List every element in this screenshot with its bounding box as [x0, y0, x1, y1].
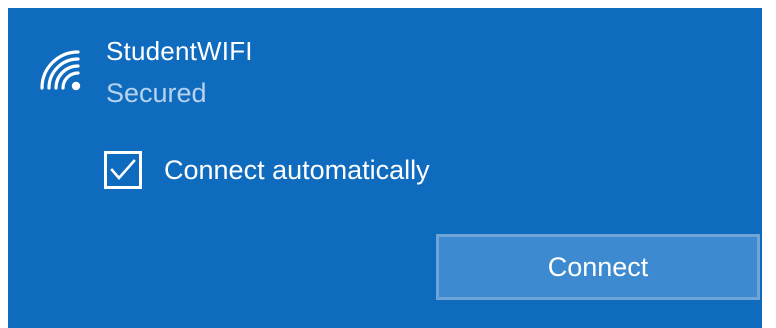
network-name: StudentWIFI — [106, 36, 253, 66]
wifi-flyout: StudentWIFI Secured Connect automaticall… — [0, 0, 776, 328]
network-panel[interactable]: StudentWIFI Secured Connect automaticall… — [8, 8, 762, 328]
checkmark-icon — [110, 159, 136, 180]
connect-button-label: Connect — [547, 252, 649, 282]
network-status: Secured — [106, 78, 207, 108]
right-edge — [762, 0, 776, 328]
connect-automatically-row[interactable]: Connect automatically — [104, 146, 430, 194]
connect-automatically-checkbox[interactable] — [104, 151, 142, 189]
connect-button[interactable]: Connect — [436, 234, 760, 300]
top-edge — [0, 0, 776, 8]
connect-automatically-label: Connect automatically — [164, 155, 430, 185]
wifi-secured-icon — [40, 50, 81, 91]
